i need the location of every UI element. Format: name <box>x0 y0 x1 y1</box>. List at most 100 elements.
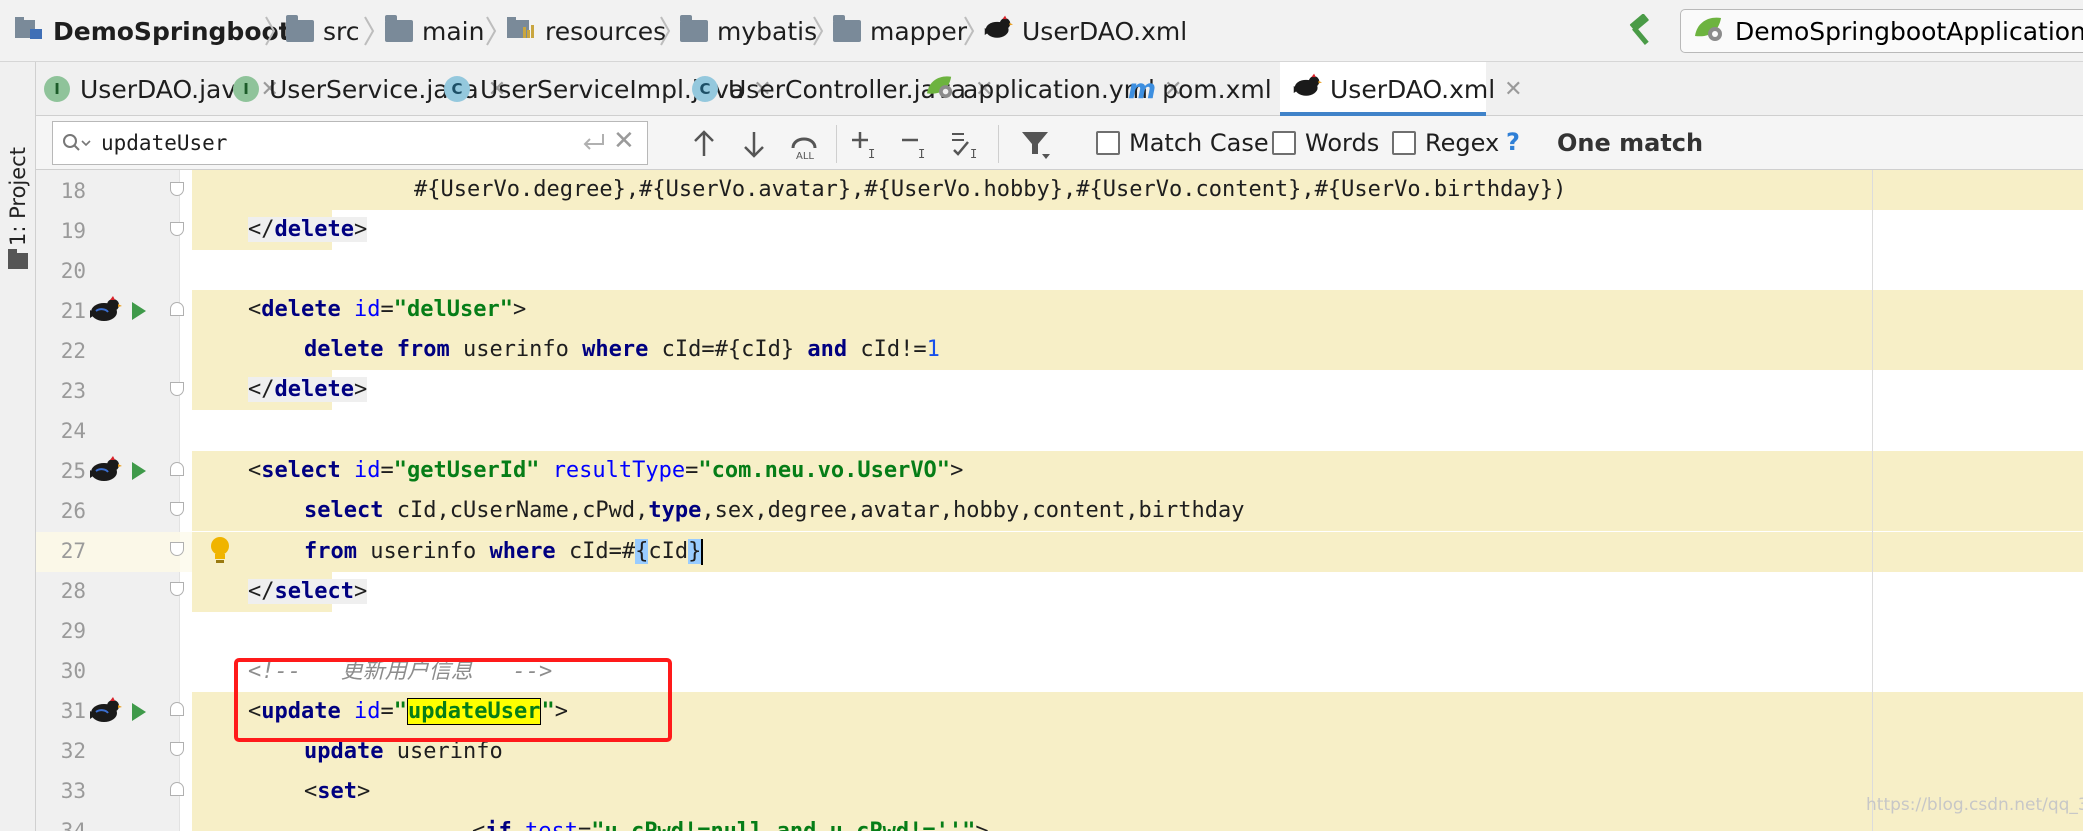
filter-icon[interactable] <box>1018 126 1054 162</box>
search-input[interactable] <box>101 128 541 158</box>
chevron-right-icon <box>964 16 975 46</box>
resources-folder-icon <box>506 15 536 47</box>
chevron-right-icon <box>265 16 276 46</box>
breadcrumb-label: DemoSpringboot <box>53 16 291 46</box>
interface-icon: I <box>44 76 70 102</box>
regex-checkbox[interactable]: Regex <box>1392 129 1499 157</box>
mybatis-navigate-icon[interactable] <box>88 296 122 324</box>
breadcrumb-project[interactable]: DemoSpringboot <box>14 0 291 62</box>
code-text: cId=#{cId} <box>661 337 795 362</box>
code-text: cId!= <box>860 337 927 362</box>
lightbulb-icon[interactable] <box>208 536 232 564</box>
run-configuration-selector[interactable]: DemoSpringbootApplication <box>1680 9 2083 53</box>
project-tool-tab[interactable]: 1: Project <box>4 142 32 246</box>
line-number: 29 <box>60 619 86 643</box>
fold-marker[interactable] <box>170 182 184 196</box>
toolbar-divider <box>836 125 837 163</box>
breadcrumb-label: UserDAO.xml <box>1022 16 1188 46</box>
line-number: 26 <box>60 499 86 523</box>
line-number: 31 <box>60 699 86 723</box>
mybatis-bird-icon <box>983 15 1013 47</box>
regex-help-link[interactable]: ? <box>1506 128 1520 156</box>
mybatis-navigate-icon[interactable] <box>88 456 122 484</box>
line-number: 20 <box>60 259 86 283</box>
line-number: 33 <box>60 779 86 803</box>
find-bar: ✕ ALL I I I Match Case Words Regex ? One… <box>36 116 2083 170</box>
match-case-label: Match Case <box>1129 129 1269 157</box>
breadcrumb-mapper[interactable]: mapper <box>833 0 967 62</box>
build-hammer-icon[interactable] <box>1624 14 1658 48</box>
code-line-19: </delete> <box>248 217 368 242</box>
search-history-icon[interactable] <box>61 132 93 156</box>
breadcrumb-label: mapper <box>870 16 968 46</box>
fold-marker[interactable] <box>170 582 184 596</box>
breadcrumb-main[interactable]: main <box>385 0 484 62</box>
match-count: One match <box>1557 129 1704 157</box>
folder-icon <box>385 15 413 42</box>
fold-marker[interactable] <box>170 702 184 716</box>
select-occurrences-icon[interactable]: I <box>948 126 984 162</box>
checkbox-box <box>1272 131 1296 155</box>
code-text: userinfo <box>396 739 503 764</box>
fold-marker[interactable] <box>170 222 184 236</box>
fold-marker[interactable] <box>170 382 184 396</box>
code-line-23: </delete> <box>248 377 368 402</box>
fold-marker[interactable] <box>170 302 184 316</box>
breadcrumb-resources[interactable]: resources <box>506 0 666 62</box>
line-number: 23 <box>60 379 86 403</box>
line-number: 27 <box>60 539 86 563</box>
mybatis-navigate-icon[interactable] <box>88 697 122 725</box>
tab-pom-xml[interactable]: m pom.xml ✕ <box>1128 62 1299 116</box>
match-case-checkbox[interactable]: Match Case <box>1096 129 1269 157</box>
code-editor[interactable]: 18 19 20 21 22 23 24 25 26 27 28 29 30 3… <box>36 170 2083 831</box>
folder-icon <box>833 15 861 42</box>
previous-occurrence-icon[interactable] <box>686 126 722 162</box>
tab-userdao-xml[interactable]: UserDAO.xml ✕ <box>1280 62 1523 116</box>
folder-icon <box>286 15 314 42</box>
fold-marker[interactable] <box>170 542 184 556</box>
annotation-box <box>234 658 672 742</box>
breadcrumb-file[interactable]: UserDAO.xml <box>983 0 1187 62</box>
interface-icon: I <box>233 76 259 102</box>
code-text: ,sex,degree,avatar,hobby,content,birthda… <box>701 498 1245 523</box>
run-icon[interactable] <box>132 462 146 480</box>
structure-folder-icon[interactable] <box>8 249 28 269</box>
run-icon[interactable] <box>132 703 146 721</box>
search-box: ✕ <box>52 121 648 165</box>
fold-marker[interactable] <box>170 502 184 516</box>
chevron-right-icon <box>486 16 497 46</box>
select-all-occurrences-icon[interactable]: ALL <box>786 126 822 162</box>
add-occurrence-icon[interactable]: I <box>848 126 884 162</box>
run-icon[interactable] <box>132 302 146 320</box>
next-occurrence-icon[interactable] <box>736 126 772 162</box>
remove-occurrence-icon[interactable]: I <box>898 126 934 162</box>
fold-marker[interactable] <box>170 782 184 796</box>
close-icon[interactable]: ✕ <box>1504 77 1522 102</box>
line-number: 21 <box>60 299 86 323</box>
svg-text:I: I <box>918 147 925 161</box>
class-icon: C <box>692 76 718 102</box>
line-number: 30 <box>60 659 86 683</box>
fold-marker[interactable] <box>170 742 184 756</box>
navigation-bar: DemoSpringboot src main resources mybati… <box>0 0 2083 62</box>
line-number: 25 <box>60 459 86 483</box>
words-checkbox[interactable]: Words <box>1272 129 1379 157</box>
code-line-25: <select id="getUserId" resultType="com.n… <box>248 458 964 483</box>
code-line-28: </select> <box>248 579 368 604</box>
code-text: #{UserVo.degree},#{UserVo.avatar},#{User… <box>414 177 1567 202</box>
editor-tab-bar: I UserDAO.java ✕ I UserService.java ✕ C … <box>36 62 2083 116</box>
tab-label: UserDAO.java <box>80 74 252 104</box>
fold-marker[interactable] <box>170 462 184 476</box>
code-line-26: select cId,cUserName,cPwd,type,sex,degre… <box>304 498 1245 523</box>
clear-search-icon[interactable]: ✕ <box>613 126 635 156</box>
breadcrumb-mybatis[interactable]: mybatis <box>680 0 817 62</box>
new-line-icon[interactable] <box>581 132 607 154</box>
svg-text:ALL: ALL <box>796 151 814 162</box>
line-number: 18 <box>60 179 86 203</box>
tab-label: UserDAO.xml <box>1330 74 1496 104</box>
checkbox-box <box>1392 131 1416 155</box>
breadcrumb-src[interactable]: src <box>286 0 360 62</box>
code-keyword: type <box>648 498 702 523</box>
checkbox-box <box>1096 131 1120 155</box>
regex-label: Regex <box>1425 129 1500 157</box>
